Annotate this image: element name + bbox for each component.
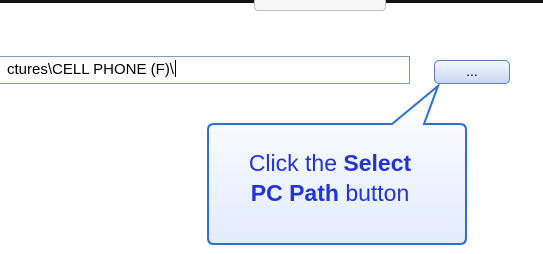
callout-bubble [207, 82, 467, 245]
callout-instruction: Click the Select PC Path button [210, 148, 450, 208]
callout-emphasis-select: Select [343, 150, 412, 176]
callout-emphasis-pc-path: PC Path [250, 180, 339, 206]
callout-prefix: Click the [248, 150, 338, 176]
callout-suffix: button [345, 180, 410, 206]
